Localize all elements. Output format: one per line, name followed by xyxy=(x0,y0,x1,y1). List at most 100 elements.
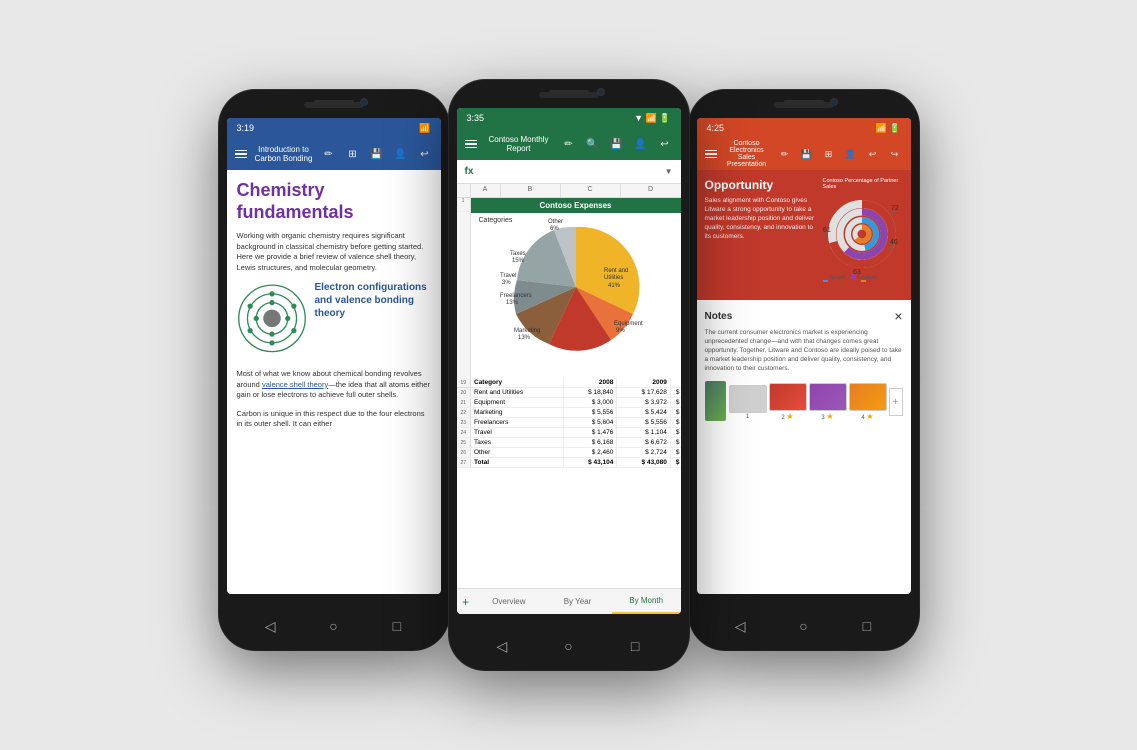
ppt-thumb-2-label: 2 ★ xyxy=(769,412,807,421)
ppt-edit-icon[interactable]: ✏ xyxy=(777,146,793,162)
excel-save-icon[interactable]: 💾 xyxy=(609,136,625,152)
add-slide-button[interactable]: + xyxy=(889,388,903,416)
svg-text:Rent and: Rent and xyxy=(604,268,628,274)
chart-cell: Contoso Expenses Categories xyxy=(471,198,681,378)
word-section: Electron configurations and valence bond… xyxy=(237,281,431,361)
svg-text:%: % xyxy=(890,246,895,252)
excel-menu-button[interactable]: □ xyxy=(625,636,645,656)
tab-overview[interactable]: Overview xyxy=(475,589,544,614)
ppt-notes-section: Notes × The current consumer electronics… xyxy=(697,300,911,429)
pie-chart: Rent and Utilities 41% Equipment 9% Mark… xyxy=(496,217,656,357)
ppt-time: 4:25 xyxy=(707,123,725,133)
word-body1: Working with organic chemistry requires … xyxy=(237,231,431,273)
word-toolbar: Introduction to Carbon Bonding ✏ ⊞ 💾 👤 ↩ xyxy=(227,138,441,170)
ppt-camera xyxy=(830,98,838,106)
ppt-menu-button[interactable]: □ xyxy=(857,616,877,636)
ppt-notes-close-button[interactable]: × xyxy=(894,308,902,324)
svg-text:72: 72 xyxy=(891,205,899,212)
svg-text:61: 61 xyxy=(823,227,831,234)
word-save-icon[interactable]: 💾 xyxy=(369,146,385,162)
word-undo-icon[interactable]: ↩ xyxy=(417,146,433,162)
row-nums-1-18: 1 xyxy=(457,198,471,378)
menu-button[interactable]: □ xyxy=(387,616,407,636)
ppt-thumb-4-label: 4 ★ xyxy=(849,412,887,421)
word-link[interactable]: valence shell theory xyxy=(262,380,328,389)
excel-edit-icon[interactable]: ✏ xyxy=(561,136,577,152)
excel-search-icon[interactable]: 🔍 xyxy=(585,136,601,152)
svg-text:Taxes: Taxes xyxy=(510,251,526,257)
excel-screen: 3:35 ▼ 📶 🔋 Contoso Monthly Report ✏ 🔍 💾 … xyxy=(457,108,681,614)
excel-undo-icon[interactable]: ↩ xyxy=(657,136,673,152)
ppt-notes-text: The current consumer electronics market … xyxy=(705,328,903,373)
ppt-save-icon[interactable]: 💾 xyxy=(799,146,815,162)
svg-text:13%: 13% xyxy=(506,300,519,306)
back-button[interactable]: ◁ xyxy=(260,616,280,636)
ppt-speaker xyxy=(784,100,824,104)
excel-speaker xyxy=(549,90,589,94)
ppt-redo-icon[interactable]: ↪ xyxy=(887,146,903,162)
ppt-screen: 4:25 📶 🔋 Contoso Electronics Sales Prese… xyxy=(697,118,911,594)
ppt-thumb-3-wrap: 3 ★ xyxy=(809,383,847,421)
excel-share-icon[interactable]: 👤 xyxy=(633,136,649,152)
formula-arrow: ▼ xyxy=(665,167,673,176)
word-menu-icon[interactable] xyxy=(235,150,247,159)
ppt-share-icon[interactable]: 👤 xyxy=(843,146,859,162)
ppt-layout-icon[interactable]: ⊞ xyxy=(821,146,837,162)
phones-container: 3:19 📶 Introduction to Carbon Bonding ✏ … xyxy=(199,50,939,700)
ppt-status-icons: 📶 🔋 xyxy=(876,123,901,134)
col-headers: A B C D xyxy=(471,184,681,198)
svg-text:41%: 41% xyxy=(608,283,621,289)
excel-tabs: + Overview By Year By Month xyxy=(457,588,681,614)
ppt-thumb-row: 1 2 ★ 3 ★ xyxy=(729,383,903,421)
ppt-thumb-4-wrap: 4 ★ xyxy=(849,383,887,421)
add-sheet-button[interactable]: + xyxy=(457,589,475,614)
excel-menu-icon[interactable] xyxy=(465,140,477,149)
word-bottom-bar: ◁ ○ □ xyxy=(219,602,449,650)
excel-home-button[interactable]: ○ xyxy=(558,636,578,656)
ppt-back-button[interactable]: ◁ xyxy=(730,616,750,636)
word-status-icons: 📶 xyxy=(419,123,430,134)
ppt-slide-title: Opportunity xyxy=(705,178,819,192)
ppt-thumb-3-label: 3 ★ xyxy=(809,412,847,421)
ppt-thumb-2[interactable] xyxy=(769,383,807,411)
ppt-menu-icon[interactable] xyxy=(705,150,717,159)
svg-text:Travel: Travel xyxy=(500,273,516,279)
svg-text:6%: 6% xyxy=(550,226,559,232)
ppt-thumb-2-wrap: 2 ★ xyxy=(769,383,807,421)
ppt-bottom-area: 1 2 ★ 3 ★ xyxy=(705,381,903,421)
word-layout-icon[interactable]: ⊞ xyxy=(345,146,361,162)
svg-text:Rosemere: Rosemere xyxy=(867,281,890,282)
excel-camera xyxy=(597,88,605,96)
word-body3: Carbon is unique in this respect due to … xyxy=(237,409,431,430)
excel-toolbar: Contoso Monthly Report ✏ 🔍 💾 👤 ↩ xyxy=(457,128,681,160)
svg-text:Marketing: Marketing xyxy=(514,328,540,334)
formula-bar[interactable]: fx ▼ xyxy=(457,160,681,184)
ppt-undo-icon[interactable]: ↩ xyxy=(865,146,881,162)
word-status-bar: 3:19 📶 xyxy=(227,118,441,138)
ppt-thumb-4[interactable] xyxy=(849,383,887,411)
tab-by-year[interactable]: By Year xyxy=(543,589,612,614)
ppt-thumb-1[interactable] xyxy=(729,385,767,413)
ppt-status-bar: 4:25 📶 🔋 xyxy=(697,118,911,138)
excel-phone: 3:35 ▼ 📶 🔋 Contoso Monthly Report ✏ 🔍 💾 … xyxy=(449,80,689,670)
pie-chart-area: Categories xyxy=(471,213,681,361)
excel-back-button[interactable]: ◁ xyxy=(492,636,512,656)
ppt-image-1 xyxy=(705,381,726,421)
word-h2: Electron configurations and valence bond… xyxy=(315,281,431,320)
ppt-notes-header: Notes × xyxy=(705,308,903,324)
ppt-slide-text: Sales alignment with Contoso gives Litwa… xyxy=(705,196,819,241)
home-button[interactable]: ○ xyxy=(323,616,343,636)
word-edit-icon[interactable]: ✏ xyxy=(321,146,337,162)
svg-text:%: % xyxy=(891,212,896,218)
tab-by-month[interactable]: By Month xyxy=(612,589,681,614)
ppt-home-button[interactable]: ○ xyxy=(793,616,813,636)
ppt-phone: 4:25 📶 🔋 Contoso Electronics Sales Prese… xyxy=(689,90,919,650)
ppt-thumb-3[interactable] xyxy=(809,383,847,411)
ppt-thumbnails: 1 2 ★ 3 ★ xyxy=(729,383,903,421)
ppt-slide-left: Opportunity Sales alignment with Contoso… xyxy=(705,178,819,292)
excel-time: 3:35 xyxy=(467,113,485,123)
word-heading: Chemistry fundamentals xyxy=(237,180,431,223)
ppt-slide-main: Opportunity Sales alignment with Contoso… xyxy=(697,170,911,300)
word-share-icon[interactable]: 👤 xyxy=(393,146,409,162)
ppt-slide-right: Contoso Percentage of Partner Sales xyxy=(823,178,903,292)
